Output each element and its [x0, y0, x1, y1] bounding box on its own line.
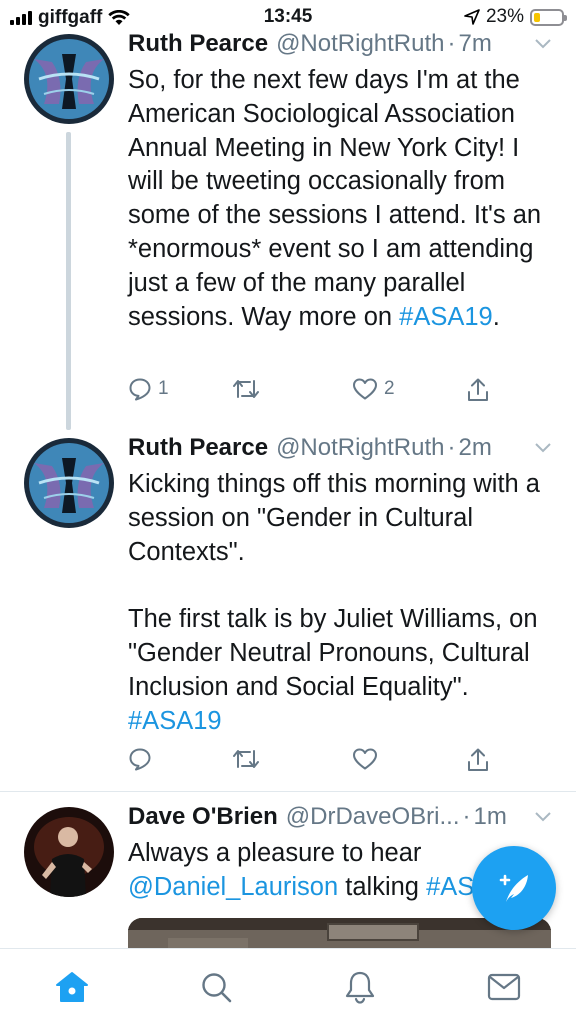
- chevron-down-icon[interactable]: [534, 442, 552, 454]
- battery-level: [534, 12, 540, 22]
- tweet-body: Always a pleasure to hear: [128, 839, 422, 867]
- retweet-icon: [233, 380, 259, 398]
- thread-line: [66, 132, 71, 430]
- separator-dot: ·: [447, 434, 456, 461]
- reply-button[interactable]: [128, 747, 152, 771]
- tweet-body: Kicking things off this morning with a s…: [128, 470, 540, 701]
- tweet-time: 7m: [458, 30, 492, 57]
- like-count: 2: [384, 378, 395, 399]
- hashtag-link[interactable]: #ASA19: [128, 707, 222, 735]
- avatar-ruth-pearce[interactable]: [24, 438, 114, 528]
- tab-home[interactable]: [52, 967, 92, 1007]
- status-right: 23%: [464, 6, 567, 28]
- battery-percent: 23%: [485, 6, 524, 27]
- share-button[interactable]: [466, 747, 490, 773]
- like-button[interactable]: 2: [352, 377, 395, 401]
- bell-icon: [345, 971, 375, 1004]
- tweet-time: 1m: [473, 803, 507, 830]
- compose-tweet-button[interactable]: [472, 846, 556, 930]
- separator-dot: ·: [462, 803, 471, 830]
- reply-button[interactable]: 1: [128, 377, 169, 401]
- tweet-text: So, for the next few days I'm at the Ame…: [128, 64, 554, 334]
- retweet-icon: [233, 750, 259, 768]
- home-icon: [56, 972, 88, 1002]
- reply-icon: [129, 748, 151, 771]
- chevron-down-icon[interactable]: [534, 38, 552, 50]
- author-handle[interactable]: @NotRightRuth: [276, 30, 444, 58]
- tab-search[interactable]: [196, 967, 236, 1007]
- share-icon: [468, 748, 488, 771]
- tab-notifications[interactable]: [340, 967, 380, 1007]
- like-icon: [353, 378, 377, 400]
- mention-link[interactable]: @Daniel_Laurison: [128, 873, 338, 901]
- tweet-actions: 1 2: [128, 377, 498, 407]
- tweet-body-mid: talking: [338, 872, 427, 901]
- author-handle[interactable]: @DrDaveOBri...: [286, 803, 460, 831]
- mail-icon: [487, 973, 521, 1001]
- hashtag-link[interactable]: #ASA19: [399, 303, 493, 331]
- tweet-header: Dave O'Brien @DrDaveOBri... · 1m: [128, 803, 554, 837]
- like-button[interactable]: [352, 747, 378, 771]
- author-name[interactable]: Dave O'Brien: [128, 803, 278, 831]
- tweet-header: Ruth Pearce @NotRightRuth · 7m: [128, 30, 554, 64]
- like-icon: [353, 748, 377, 770]
- search-icon: [202, 973, 232, 1003]
- location-icon: [464, 9, 480, 25]
- bottom-tab-bar: [0, 948, 576, 1024]
- tab-messages[interactable]: [484, 967, 524, 1007]
- tweet-divider: [0, 791, 576, 792]
- tweet-body-end: .: [492, 302, 500, 331]
- avatar-ruth-pearce[interactable]: [24, 34, 114, 124]
- battery-icon: [530, 8, 567, 26]
- author-handle[interactable]: @NotRightRuth: [276, 434, 444, 462]
- retweet-button[interactable]: [232, 377, 260, 401]
- compose-icon: [499, 874, 528, 902]
- author-name[interactable]: Ruth Pearce: [128, 30, 268, 58]
- share-icon: [468, 378, 488, 401]
- tweet-text: Kicking things off this morning with a s…: [128, 468, 554, 738]
- chevron-down-icon[interactable]: [534, 811, 552, 823]
- status-bar: giffgaff 13:45 23%: [0, 0, 576, 34]
- tweet-header: Ruth Pearce @NotRightRuth · 2m: [128, 434, 554, 468]
- tweet-time: 2m: [458, 434, 492, 461]
- tweet-body: So, for the next few days I'm at the Ame…: [128, 66, 549, 331]
- tweet-actions: [128, 747, 498, 777]
- share-button[interactable]: [466, 377, 490, 403]
- reply-icon: [129, 378, 151, 401]
- reply-count: 1: [158, 378, 169, 399]
- avatar-dave-obrien[interactable]: [24, 807, 114, 897]
- hashtag-link[interactable]: #AS: [426, 873, 474, 901]
- author-name[interactable]: Ruth Pearce: [128, 434, 268, 462]
- retweet-button[interactable]: [232, 747, 260, 771]
- separator-dot: ·: [447, 30, 456, 57]
